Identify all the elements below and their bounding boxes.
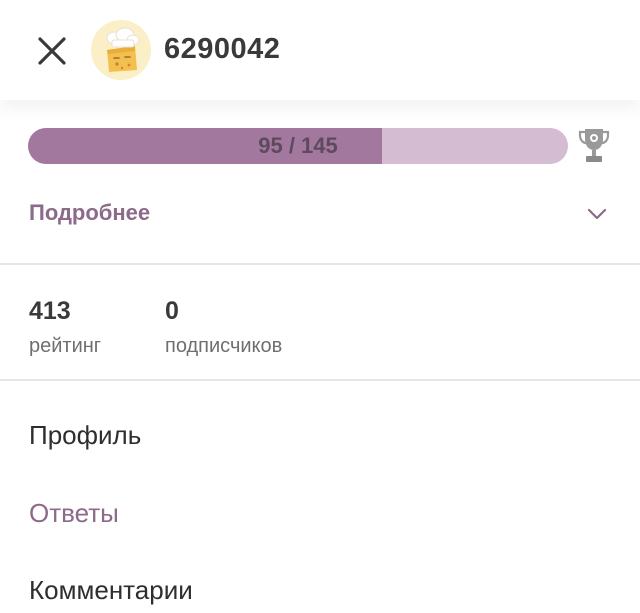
- close-button[interactable]: [30, 29, 74, 73]
- details-label: Подробнее: [29, 200, 151, 225]
- stat-rating[interactable]: 413 рейтинг: [29, 296, 101, 358]
- stat-label: подписчиков: [165, 335, 283, 357]
- progress-text: 95 / 145: [258, 133, 338, 158]
- avatar[interactable]: [91, 20, 151, 80]
- menu-item-profile[interactable]: Профиль: [29, 420, 141, 451]
- chevron-down-icon: [587, 208, 607, 220]
- app-header: 6290042: [0, 0, 640, 100]
- stat-label: рейтинг: [29, 335, 102, 357]
- menu-item-comments[interactable]: Комментарии: [29, 575, 193, 606]
- divider: [0, 263, 640, 265]
- chef-cheese-avatar-icon: [91, 20, 151, 80]
- details-toggle[interactable]: Подробнее: [0, 186, 640, 246]
- username: 6290042: [164, 33, 281, 65]
- stat-subscribers[interactable]: 0 подписчиков: [165, 296, 282, 358]
- divider: [0, 379, 640, 381]
- stat-value: 0: [165, 297, 179, 325]
- stat-value: 413: [29, 297, 71, 325]
- trophy-button[interactable]: [578, 126, 610, 166]
- trophy-icon: [578, 129, 610, 162]
- close-icon: [38, 37, 66, 65]
- menu-item-answers[interactable]: Ответы: [29, 498, 119, 529]
- level-progress-bar: 95 / 145: [28, 128, 568, 164]
